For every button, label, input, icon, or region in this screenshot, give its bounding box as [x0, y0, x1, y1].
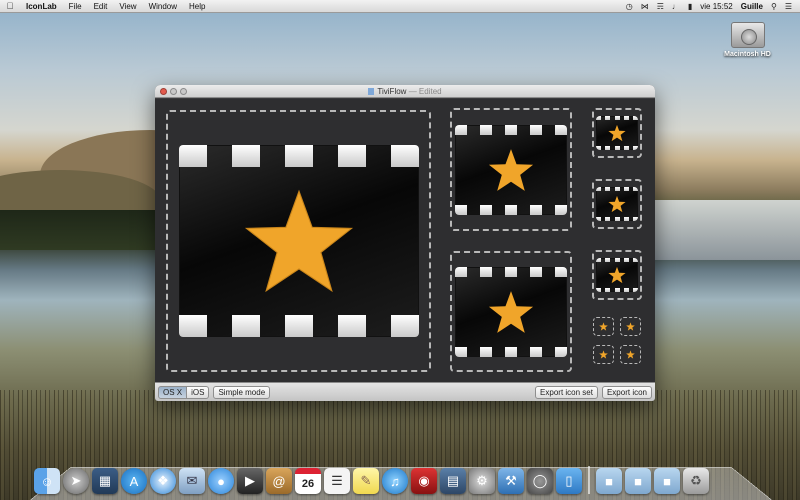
mission-control-icon[interactable]: ▦ [92, 468, 118, 494]
mist [655, 200, 800, 260]
star-icon [626, 350, 635, 359]
icon-canvas [155, 99, 655, 382]
dock: ☺ ➤ ▦ A ❖ ✉ ● ▶ @ 26 ☰ ✎ ♫ ◉ ▤ ⚙ ⚒ ◯ ▯ ■… [34, 460, 774, 494]
film-icon [455, 124, 567, 215]
apple-menu-icon[interactable]:  [0, 1, 20, 11]
export-icon-button[interactable]: Export icon [601, 385, 652, 399]
notification-center-icon[interactable]: ☰ [785, 2, 792, 11]
simple-mode-button[interactable]: Simple mode [213, 385, 271, 399]
reminders-icon[interactable]: ☰ [324, 468, 350, 494]
star-icon [488, 290, 534, 333]
icon-slot-small[interactable] [592, 179, 642, 229]
calendar-day: 26 [301, 478, 315, 490]
title-bar[interactable]: TiviFlow — Edited [155, 85, 655, 98]
document-icon [368, 87, 375, 95]
icon-slot-tiny[interactable] [620, 345, 641, 364]
star-icon [608, 124, 626, 142]
star-icon [626, 322, 635, 331]
window-title: TiviFlow — Edited [155, 87, 655, 96]
film-holes-bottom [178, 315, 419, 337]
film-icon [178, 145, 419, 337]
wifi-icon[interactable]: ☴ [657, 2, 664, 11]
dock-separator [588, 466, 590, 494]
menu-file[interactable]: File [63, 2, 88, 11]
instruments-icon[interactable]: ◯ [527, 468, 553, 494]
trash-icon[interactable]: ♻ [683, 468, 709, 494]
itunes-icon[interactable]: ♫ [382, 468, 408, 494]
bottom-toolbar: OS X iOS Simple mode Export icon set Exp… [155, 382, 655, 401]
icon-slot-tiny[interactable] [620, 317, 641, 336]
system-preferences-icon[interactable]: ⚙ [469, 468, 495, 494]
document-name: TiviFlow [377, 86, 407, 96]
xcode-icon[interactable]: ⚒ [498, 468, 524, 494]
menu-window[interactable]: Window [143, 2, 183, 11]
volume-icon[interactable]: ♩ [672, 2, 680, 11]
folder-icon[interactable]: ■ [625, 468, 651, 494]
launchpad-icon[interactable]: ➤ [63, 468, 89, 494]
battery-icon[interactable]: ▮ [688, 2, 692, 11]
film-icon [596, 187, 638, 221]
hd-label: Macintosh HD [724, 51, 771, 58]
app-store-icon[interactable]: A [121, 468, 147, 494]
menu-edit[interactable]: Edit [88, 2, 114, 11]
safari-icon[interactable]: ❖ [150, 468, 176, 494]
film-icon [596, 258, 638, 292]
star-icon [599, 322, 608, 331]
star-icon [599, 350, 608, 359]
edited-status: — Edited [408, 86, 442, 96]
star-icon [608, 195, 626, 213]
bluetooth-icon[interactable]: ⋈ [641, 2, 649, 11]
messages-icon[interactable]: ● [208, 468, 234, 494]
platform-segmented-control: OS X iOS [158, 385, 210, 399]
photo-booth-icon[interactable]: ◉ [411, 468, 437, 494]
folder-icon[interactable]: ■ [596, 468, 622, 494]
icon-slot-tiny[interactable] [593, 317, 614, 336]
platform-osx-button[interactable]: OS X [158, 385, 188, 399]
icon-slot-medium-retina[interactable] [450, 251, 572, 372]
platform-ios-button[interactable]: iOS [187, 385, 210, 399]
menu-extras: ◷ ⋈ ☴ ♩ ▮ vie 15:52 Guille ⚲ ☰ [626, 2, 800, 11]
icon-slot-large[interactable] [166, 110, 431, 372]
time-machine-icon[interactable]: ◷ [626, 2, 633, 11]
icon-slot-small[interactable] [592, 250, 642, 300]
film-icon [455, 266, 567, 357]
menu-help[interactable]: Help [183, 2, 211, 11]
treeline [0, 210, 155, 250]
hard-drive-icon [730, 22, 765, 48]
iphoto-icon[interactable]: ▤ [440, 468, 466, 494]
mail-icon[interactable]: ✉ [179, 468, 205, 494]
app-window: TiviFlow — Edited OS X iOS Simple mode E… [155, 85, 655, 401]
calendar-icon[interactable]: 26 [295, 468, 321, 494]
menu-view[interactable]: View [113, 2, 142, 11]
menu-clock[interactable]: vie 15:52 [700, 2, 732, 11]
contacts-icon[interactable]: @ [266, 468, 292, 494]
folder-icon[interactable]: ■ [654, 468, 680, 494]
star-icon [488, 148, 534, 191]
ios-simulator-icon[interactable]: ▯ [556, 468, 582, 494]
facetime-icon[interactable]: ▶ [237, 468, 263, 494]
icon-slot-tiny[interactable] [593, 345, 614, 364]
icon-slot-small[interactable] [592, 108, 642, 158]
export-icon-set-button[interactable]: Export icon set [535, 385, 598, 399]
menu-app-name[interactable]: IconLab [20, 2, 63, 11]
desktop-hd[interactable]: Macintosh HD [700, 22, 795, 58]
finder-icon[interactable]: ☺ [34, 468, 60, 494]
star-icon [244, 189, 353, 293]
icon-slot-medium[interactable] [450, 108, 572, 231]
film-holes-top [178, 145, 419, 167]
spotlight-icon[interactable]: ⚲ [771, 2, 777, 11]
notes-icon[interactable]: ✎ [353, 468, 379, 494]
menu-bar:  IconLab File Edit View Window Help ◷ ⋈… [0, 0, 800, 13]
film-icon [596, 116, 638, 150]
star-icon [608, 266, 626, 284]
menu-user[interactable]: Guille [741, 2, 763, 11]
